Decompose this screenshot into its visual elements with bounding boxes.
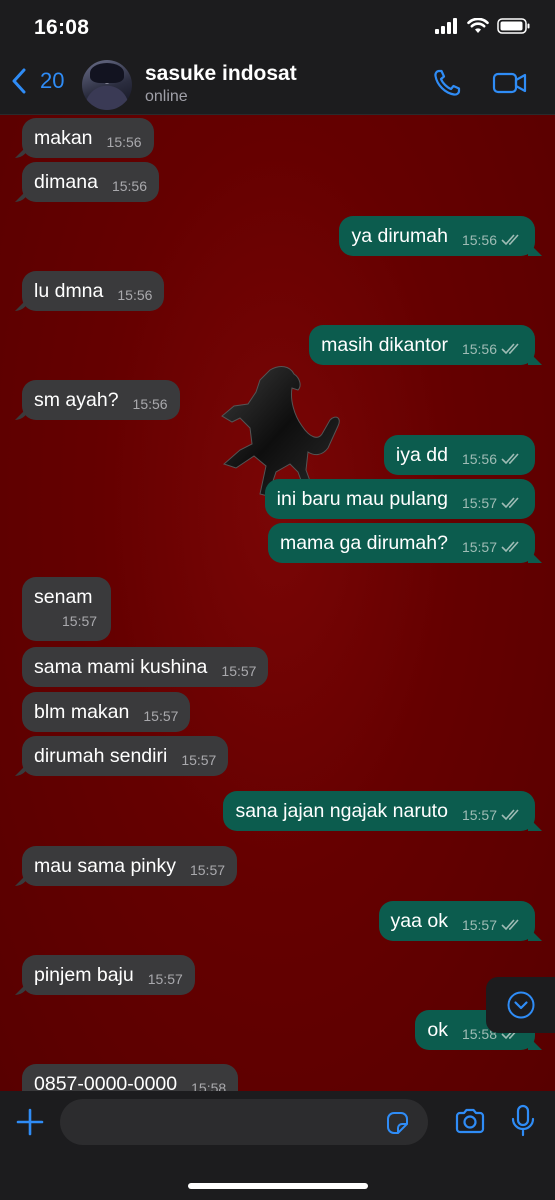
message-bubble[interactable]: mau sama pinky 15:57 [22, 846, 238, 886]
message-input[interactable] [60, 1099, 428, 1145]
message-bubble[interactable]: dirumah sendiri 15:57 [22, 736, 229, 776]
chat-header: 20 sasuke indosat online [0, 56, 555, 115]
status-time: 16:08 [34, 16, 90, 39]
message-bubble[interactable]: sana jajan ngajak naruto 15:57 [223, 791, 535, 831]
voice-message-button[interactable] [510, 1104, 536, 1143]
message-text: lu dmna [34, 279, 104, 302]
message-text: senam [34, 586, 93, 608]
message-time: 15:56 [106, 134, 142, 150]
message-text: sm ayah? [34, 388, 119, 411]
chevron-left-icon [12, 68, 26, 94]
message-bubble[interactable]: ini baru mau pulang 15:57 [264, 479, 535, 519]
message-time: 15:57 [189, 862, 226, 878]
message-bubble[interactable]: dimana 15:56 [22, 162, 160, 202]
battery-icon [497, 18, 530, 34]
back-button[interactable]: 20 [12, 68, 64, 94]
contact-status: online [145, 88, 188, 105]
message-text: iya dd [395, 443, 448, 466]
message-bubble[interactable]: mama ga dirumah? 15:57 [267, 523, 535, 563]
message-time: 15:56 [461, 232, 497, 248]
microphone-icon [511, 1104, 535, 1137]
plus-icon [16, 1108, 44, 1136]
message-text: yaa ok [390, 909, 448, 932]
message-bubble[interactable]: senam 15:57 [22, 577, 111, 641]
read-receipt-icon [501, 541, 519, 553]
home-indicator [188, 1183, 368, 1189]
message-text: pinjem baju [34, 963, 134, 986]
read-receipt-icon [501, 234, 519, 246]
message-time: 15:58 [191, 1080, 227, 1091]
video-call-button[interactable] [492, 68, 528, 103]
message-time: 15:56 [111, 178, 148, 194]
scroll-to-bottom-button[interactable] [486, 977, 555, 1033]
message-time: 15:57 [147, 971, 183, 987]
read-receipt-icon [501, 343, 519, 355]
composer-bar [0, 1091, 555, 1200]
message-text: dimana [34, 170, 98, 193]
attach-button[interactable] [15, 1107, 45, 1142]
message-bubble[interactable]: sm ayah? 15:56 [22, 380, 180, 420]
message-time: 15:57 [461, 539, 497, 555]
message-text: masih dikantor [321, 333, 448, 356]
message-bubble[interactable]: ya dirumah 15:56 [339, 216, 535, 256]
camera-button[interactable] [454, 1107, 486, 1140]
video-camera-icon [492, 72, 527, 94]
phone-icon [434, 69, 461, 96]
message-time: 15:57 [461, 495, 497, 511]
message-time: 15:56 [461, 451, 497, 467]
read-receipt-icon [501, 919, 519, 931]
message-bubble[interactable]: blm makan 15:57 [22, 692, 191, 732]
wifi-icon [467, 18, 489, 33]
message-bubble[interactable]: iya dd 15:56 [383, 435, 535, 475]
message-time: 15:57 [143, 708, 179, 724]
unread-count: 20 [40, 68, 65, 93]
contact-name[interactable]: sasuke indosat [145, 62, 297, 86]
read-receipt-icon [501, 809, 519, 821]
message-time: 15:56 [117, 287, 153, 303]
chevron-down-circle-icon [507, 991, 535, 1019]
sticker-icon[interactable] [384, 1110, 410, 1136]
message-bubble[interactable]: masih dikantor 15:56 [309, 325, 535, 365]
message-text: ini baru mau pulang [276, 487, 448, 510]
message-time: 15:56 [461, 341, 497, 357]
message-text: sana jajan ngajak naruto [235, 799, 448, 822]
message-text: sama mami kushina [34, 655, 208, 678]
signal-icon [435, 18, 457, 34]
read-receipt-icon [501, 453, 519, 465]
message-text: mama ga dirumah? [279, 531, 448, 554]
message-text: dirumah sendiri [34, 744, 168, 767]
message-bubble[interactable]: pinjem baju 15:57 [22, 955, 195, 995]
message-text: ok [427, 1018, 448, 1041]
voice-call-button[interactable] [432, 68, 462, 103]
camera-icon [455, 1108, 485, 1134]
message-text: 0857-0000-0000 [34, 1072, 178, 1092]
message-time: 15:57 [181, 752, 217, 768]
message-list[interactable]: makan 15:56 dimana 15:56 ya dirumah 15:5… [0, 115, 555, 1091]
message-time: 15:57 [461, 807, 497, 823]
avatar[interactable] [82, 60, 132, 110]
message-bubble[interactable]: 0857-0000-0000 15:58 [22, 1064, 239, 1092]
message-time: 15:57 [221, 663, 257, 679]
message-text: mau sama pinky [34, 854, 176, 877]
message-time: 15:57 [62, 613, 98, 629]
message-bubble[interactable]: makan 15:56 [22, 118, 154, 158]
status-bar: 16:08 [0, 0, 555, 56]
message-bubble[interactable]: yaa ok 15:57 [378, 901, 535, 941]
message-time: 15:57 [461, 917, 497, 933]
message-bubble[interactable]: lu dmna 15:56 [22, 271, 165, 311]
message-text: blm makan [34, 700, 130, 723]
message-bubble[interactable]: sama mami kushina 15:57 [22, 647, 269, 687]
message-text: ya dirumah [351, 224, 448, 247]
message-text: makan [34, 126, 93, 149]
status-icons [435, 18, 531, 34]
read-receipt-icon [501, 497, 519, 509]
message-time: 15:56 [132, 396, 168, 412]
